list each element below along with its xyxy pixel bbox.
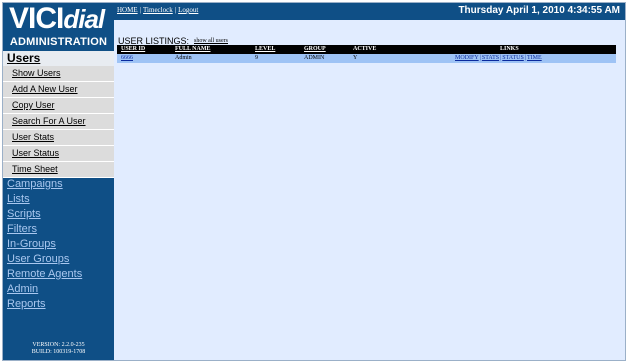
nav-admin[interactable]: Admin: [7, 283, 38, 295]
cell-level: 9: [255, 55, 258, 61]
submenu-copy-user[interactable]: Copy User: [3, 98, 114, 114]
nav-reports[interactable]: Reports: [7, 298, 46, 310]
nav-user-groups[interactable]: User Groups: [7, 253, 69, 265]
cell-full-name: Admin: [175, 55, 192, 61]
submenu-user-stats[interactable]: User Stats: [3, 130, 114, 146]
submenu-show-users[interactable]: Show Users: [3, 66, 114, 82]
col-links: LINKS: [500, 46, 519, 52]
status-link[interactable]: STATUS: [502, 55, 524, 61]
timeclock-link[interactable]: Timeclock: [143, 6, 173, 14]
nav-filters[interactable]: Filters: [7, 223, 37, 235]
vicidial-logo[interactable]: VICIdial: [3, 2, 114, 39]
users-section-header[interactable]: Users: [3, 50, 114, 67]
nav-lists[interactable]: Lists: [7, 193, 30, 205]
administration-label: ADMINISTRATION: [9, 36, 108, 48]
col-active: ACTIVE: [353, 46, 377, 52]
logout-link[interactable]: Logout: [178, 6, 198, 14]
col-level[interactable]: LEVEL: [255, 46, 275, 52]
col-full-name[interactable]: FULL NAME: [175, 46, 211, 52]
submenu-user-status[interactable]: User Status: [3, 146, 114, 162]
current-datetime: Thursday April 1, 2010 4:34:55 AM: [458, 5, 620, 16]
cell-links: MODIFY|STATS|STATUS|TIME: [455, 55, 542, 61]
time-link[interactable]: TIME: [527, 55, 542, 61]
nav-campaigns[interactable]: Campaigns: [7, 178, 63, 190]
nav-scripts[interactable]: Scripts: [7, 208, 41, 220]
sidebar: VICIdial ADMINISTRATION Users Show Users…: [3, 2, 114, 360]
top-bar: HOME | Timeclock | Logout Thursday April 1, …: [114, 3, 625, 20]
nav-in-groups[interactable]: In-Groups: [7, 238, 56, 250]
submenu-search-user[interactable]: Search For A User: [3, 114, 114, 130]
users-table-header: USER ID FULL NAME LEVEL GROUP ACTIVE LIN…: [117, 45, 616, 54]
submenu-time-sheet[interactable]: Time Sheet: [3, 162, 114, 178]
cell-active: Y: [353, 55, 358, 61]
nav-remote-agents[interactable]: Remote Agents: [7, 268, 82, 280]
top-links: HOME | Timeclock | Logout: [117, 6, 198, 14]
version-text: VERSION: 2.2.0-235: [32, 342, 85, 348]
cell-user-id[interactable]: 6666: [121, 55, 133, 61]
modify-link[interactable]: MODIFY: [455, 55, 479, 61]
users-submenu: Show Users Add A New User Copy User Sear…: [3, 66, 114, 178]
submenu-add-new-user[interactable]: Add A New User: [3, 82, 114, 98]
home-link[interactable]: HOME: [117, 6, 138, 14]
show-all-users-link[interactable]: show all users: [194, 38, 228, 44]
stats-link[interactable]: STATS: [482, 55, 499, 61]
app-frame: VICIdial ADMINISTRATION Users Show Users…: [2, 2, 626, 361]
col-group[interactable]: GROUP: [304, 46, 326, 52]
build-text: BUILD: 100319-1708: [31, 349, 86, 355]
cell-group: ADMIN: [304, 55, 325, 61]
table-row: 6666 Admin 9 ADMIN Y MODIFY|STATS|STATUS…: [117, 54, 616, 63]
col-user-id[interactable]: USER ID: [121, 46, 145, 52]
logo-wordmark: VICIdial: [9, 2, 105, 35]
